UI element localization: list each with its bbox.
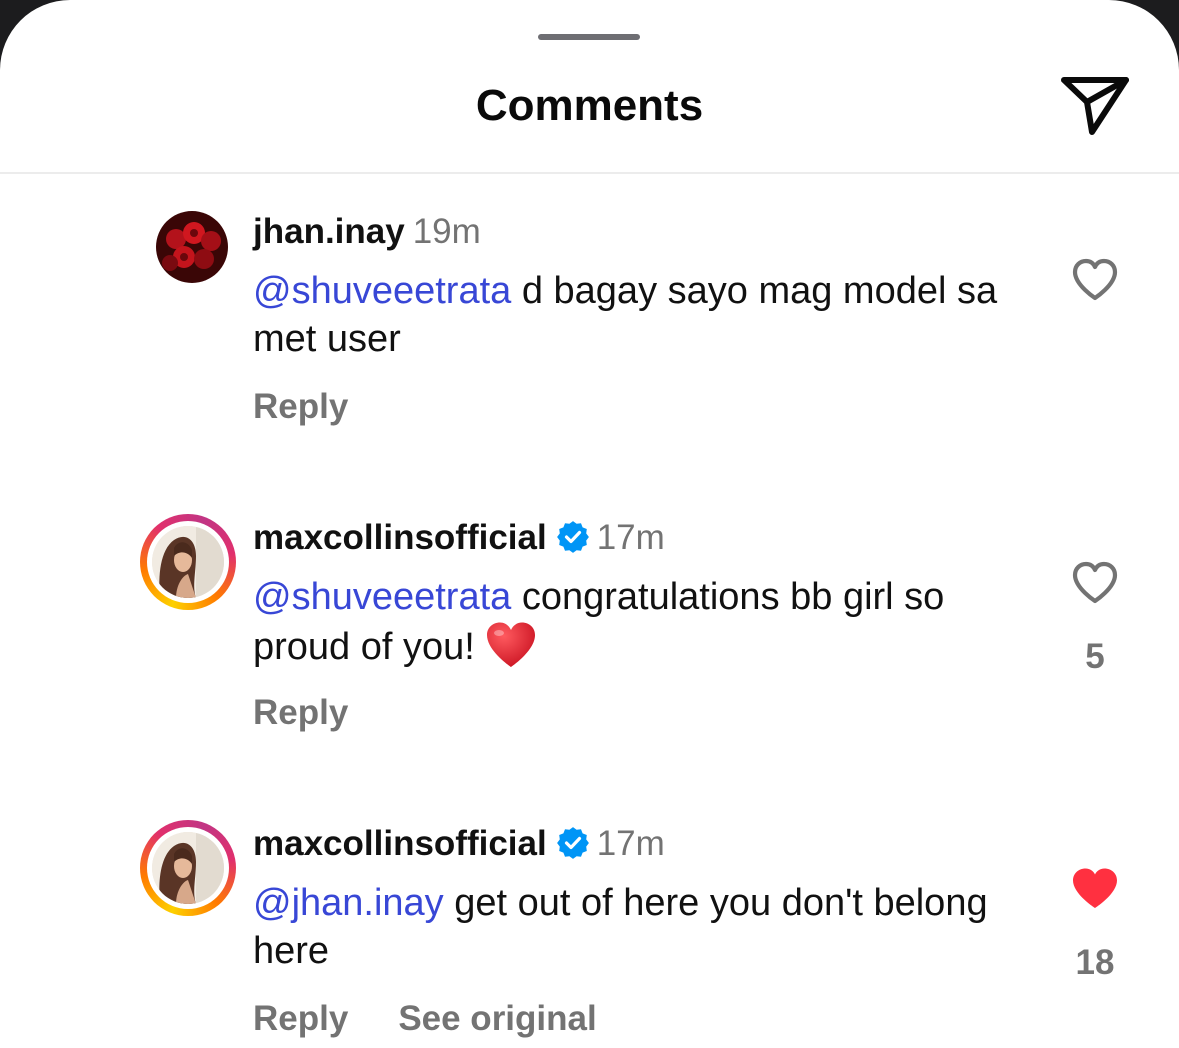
reply-button[interactable]: Reply	[253, 999, 348, 1038]
comment-text: @shuveeetrata congratulations bb girl so…	[253, 573, 1033, 671]
avatar[interactable]	[140, 514, 236, 610]
avatar[interactable]	[140, 820, 236, 916]
timestamp: 17m	[596, 824, 665, 863]
reply-button[interactable]: Reply	[253, 387, 348, 426]
comment-actions: Reply See original	[253, 998, 597, 1040]
comment-text: @shuveeetrata d bagay sayo mag model sa …	[253, 267, 1033, 363]
drag-handle[interactable]	[538, 34, 640, 40]
mention-link[interactable]: @shuveeetrata	[253, 576, 511, 618]
header-divider	[0, 172, 1179, 174]
page-title: Comments	[475, 81, 704, 130]
comment-actions: Reply	[253, 692, 348, 734]
reply-button[interactable]: Reply	[253, 693, 348, 732]
comment-meta: jhan.inay 19m	[253, 211, 481, 253]
timestamp: 19m	[412, 212, 481, 251]
like-count: 18	[1075, 943, 1115, 982]
like-count: 5	[1085, 637, 1105, 676]
username[interactable]: maxcollinsofficial	[253, 518, 547, 557]
like-button[interactable]	[1071, 561, 1119, 605]
see-original-button[interactable]: See original	[398, 999, 596, 1038]
comment-meta: maxcollinsofficial 17m	[253, 823, 665, 865]
avatar[interactable]	[156, 211, 228, 283]
mention-link[interactable]: @jhan.inay	[253, 882, 444, 924]
comment-text: @jhan.inay get out of here you don't bel…	[253, 879, 1033, 975]
username[interactable]: maxcollinsofficial	[253, 824, 547, 863]
comment-meta: maxcollinsofficial 17m	[253, 517, 665, 559]
avatar-roses-image	[156, 211, 228, 283]
paper-plane-icon	[1061, 77, 1129, 135]
share-button[interactable]	[1058, 72, 1132, 138]
like-button[interactable]	[1071, 867, 1119, 911]
mention-link[interactable]: @shuveeetrata	[253, 270, 511, 312]
comment-actions: Reply	[253, 386, 348, 428]
avatar-portrait-image	[152, 526, 224, 598]
username[interactable]: jhan.inay	[253, 212, 405, 251]
verified-badge-icon	[556, 521, 589, 553]
heart-outline-icon	[1072, 258, 1118, 301]
heart-outline-icon	[1072, 561, 1118, 604]
verified-badge-icon	[556, 827, 589, 859]
heart-filled-icon	[1073, 868, 1117, 908]
like-button[interactable]	[1071, 258, 1119, 302]
red-heart-emoji-icon	[486, 622, 535, 667]
timestamp: 17m	[596, 518, 665, 557]
avatar-portrait-image	[152, 832, 224, 904]
comments-sheet: Comments jhan.inay 19m @shuveeetrata d b…	[0, 0, 1179, 1048]
